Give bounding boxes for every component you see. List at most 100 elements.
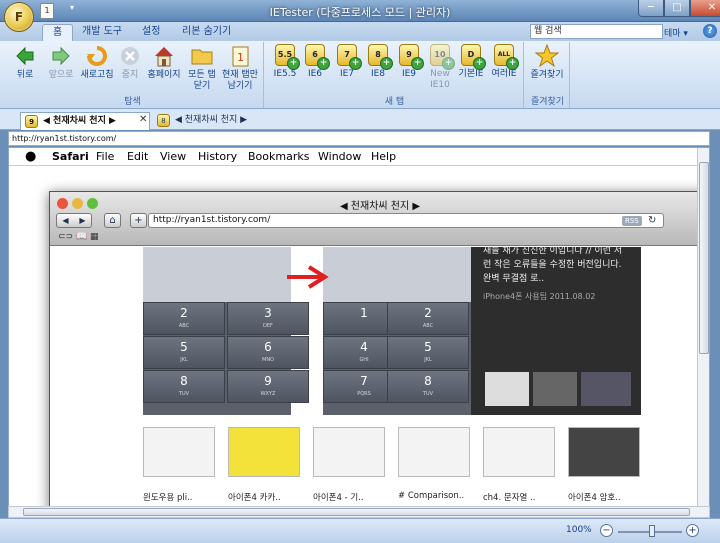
thumb-caption[interactable]: 아이폰4 암호.. [568, 491, 621, 503]
tab-close-icon[interactable]: ✕ [139, 114, 147, 125]
key: 5 JKL [143, 336, 225, 369]
forward-button[interactable]: 앞으로 [44, 44, 78, 81]
safari-toolbar: ◀ 천재차씨 천지 ▶ ◀ ▶ ⌂ + http://ryan1st.tisto… [50, 192, 709, 246]
rss-badge[interactable]: RSS [622, 216, 642, 226]
related-thumb[interactable] [143, 427, 215, 477]
ie6-button[interactable]: 6IE6 [300, 44, 330, 80]
thumb-caption[interactable]: 아이폰4 카카.. [228, 491, 281, 503]
key: 2 ABC [143, 302, 225, 335]
ribbon: 뒤로 앞으로 새로고침 중지 홈페이지 모든 탭 닫기 1 현재 탭만 남기기 … [0, 41, 720, 109]
group-label-navigation: 탐색 [124, 97, 141, 107]
tab-dev-tools[interactable]: 개발 도구 [72, 24, 132, 41]
horizontal-scroll-thumb[interactable] [23, 508, 690, 516]
document-tab-strip: 9 ◀ 천재차씨 천지 ▶ 8 ◀ 천재차씨 천지 ▶ [0, 109, 720, 130]
ie6-label: IE6 [307, 69, 323, 79]
zoom-level[interactable]: 100% [566, 525, 592, 535]
home-label: 홈페이지 [147, 70, 181, 80]
ie8-button[interactable]: 8IE8 [363, 44, 393, 80]
tab-home[interactable]: 홈 [42, 24, 74, 41]
safari-home-icon[interactable]: ⌂ [104, 213, 121, 228]
safari-bookmarks-bar: ⊂⊃ 📖 ▦ [58, 232, 99, 242]
safari-forward-button[interactable]: ▶ [74, 214, 91, 227]
tab-hide-ribbon[interactable]: 리본 숨기기 [172, 24, 241, 41]
related-thumb[interactable] [398, 427, 470, 477]
multi-ie-button[interactable]: ALL여러IE [488, 44, 520, 80]
menu-edit[interactable]: Edit [127, 148, 148, 166]
close-button[interactable]: ✕ [690, 0, 720, 17]
back-button[interactable]: 뒤로 [6, 44, 44, 81]
zoom-out-button[interactable]: − [600, 524, 613, 537]
apple-icon[interactable]: ● [25, 148, 36, 166]
window-controls: ─ □ ✕ [638, 0, 720, 18]
app-orb-button[interactable]: F [4, 2, 34, 32]
horizontal-scrollbar[interactable] [8, 506, 710, 518]
mini-thumb[interactable] [581, 372, 631, 406]
star-icon [534, 43, 560, 68]
ie9-button[interactable]: 9IE9 [394, 44, 424, 80]
default-ie-icon: D [461, 44, 486, 70]
ie7-button[interactable]: 7IE7 [332, 44, 362, 80]
related-thumb[interactable] [483, 427, 555, 477]
web-search-input[interactable]: 웹 검색 [530, 24, 663, 39]
mini-thumb[interactable] [533, 372, 577, 406]
keep-current-tab-button[interactable]: 1 현재 탭만 남기기 [218, 44, 262, 92]
safari-window: ◀ 천재차씨 천지 ▶ ◀ ▶ ⌂ + http://ryan1st.tisto… [49, 191, 709, 508]
menu-file[interactable]: File [96, 148, 114, 166]
ie10-label: New IE10 [430, 69, 450, 90]
related-thumb[interactable] [568, 427, 640, 477]
menu-window[interactable]: Window [318, 148, 361, 166]
menu-view[interactable]: View [160, 148, 186, 166]
thumb-caption[interactable]: 아이폰4 - 기.. [313, 491, 364, 503]
zoom-in-button[interactable]: + [686, 524, 699, 537]
ie9-tab-icon: 9 [25, 115, 38, 128]
thumb-caption[interactable]: 윈도우용 pli.. [143, 491, 193, 503]
menu-bookmarks[interactable]: Bookmarks [248, 148, 309, 166]
multi-ie-icon: ALL [494, 44, 519, 70]
page-one-icon: 1 [228, 44, 252, 68]
vertical-scrollbar[interactable] [697, 148, 709, 508]
minimize-button[interactable]: ─ [638, 0, 664, 17]
favorites-button[interactable]: 즐겨찾기 [526, 43, 568, 81]
ie10-icon: 10 [430, 44, 455, 70]
ie7-label: IE7 [339, 69, 355, 79]
related-thumb[interactable] [228, 427, 300, 477]
refresh-button[interactable]: 새로고침 [78, 44, 116, 81]
thumb-caption[interactable]: ch4. 문자열 .. [483, 491, 535, 503]
menu-help[interactable]: Help [371, 148, 396, 166]
doc-tab-1[interactable]: 9 ◀ 천재차씨 천지 ▶ [20, 112, 150, 130]
mini-thumb[interactable] [485, 372, 529, 406]
ie6-icon: 6 [305, 44, 330, 70]
safari-url-field[interactable]: http://ryan1st.tistory.com/ [148, 213, 664, 228]
safari-content: 2 ABC 3 DEF 1 2 ABC 5 JKL 6 MNO 4 GHI 5 JKL 8 TU… [50, 247, 709, 508]
related-thumb[interactable] [313, 427, 385, 477]
doc-tab-2[interactable]: 8 ◀ 천재차씨 천지 ▶ [153, 112, 273, 130]
maximize-button[interactable]: □ [664, 0, 690, 17]
multi-ie-label: 여러IE [491, 69, 517, 79]
post-image[interactable]: 2 ABC 3 DEF 1 2 ABC 5 JKL 6 MNO 4 GHI 5 JKL 8 TU… [143, 247, 641, 415]
close-all-tabs-button[interactable]: 모든 탭 닫기 [186, 44, 218, 92]
refresh-icon [85, 44, 109, 68]
address-bar[interactable]: http://ryan1st.tistory.com/ [8, 131, 710, 146]
doc-tab-2-label: ◀ 천재차씨 천지 ▶ [175, 115, 248, 125]
vertical-scroll-thumb[interactable] [699, 162, 709, 354]
safari-add-icon[interactable]: + [130, 213, 147, 228]
ie9-icon: 9 [399, 44, 424, 70]
safari-back-button[interactable]: ◀ [57, 214, 74, 227]
group-new-tab: 5.5IE5.5 6IE6 7IE7 8IE8 9IE9 10New IE10 … [266, 42, 524, 108]
zoom-slider-knob[interactable] [649, 525, 655, 537]
theme-menu[interactable]: 테마 ▾ [664, 26, 688, 39]
help-icon[interactable]: ? [703, 24, 717, 38]
menu-history[interactable]: History [198, 148, 237, 166]
safari-title: ◀ 천재차씨 천지 ▶ [339, 201, 421, 212]
ie55-button[interactable]: 5.5IE5.5 [270, 44, 300, 80]
safari-reload-icon[interactable]: ↻ [648, 215, 656, 226]
default-ie-button[interactable]: D기본IE [456, 44, 486, 80]
home-button[interactable]: 홈페이지 [144, 44, 184, 81]
tab-settings[interactable]: 설정 [132, 24, 170, 41]
ie10-button[interactable]: 10New IE10 [424, 44, 456, 91]
menu-safari[interactable]: Safari [52, 148, 89, 166]
favorites-label: 즐겨찾기 [530, 70, 564, 80]
stop-button[interactable]: 중지 [116, 44, 144, 81]
back-label: 뒤로 [16, 70, 34, 80]
thumb-caption[interactable]: # Comparison.. [398, 491, 464, 501]
